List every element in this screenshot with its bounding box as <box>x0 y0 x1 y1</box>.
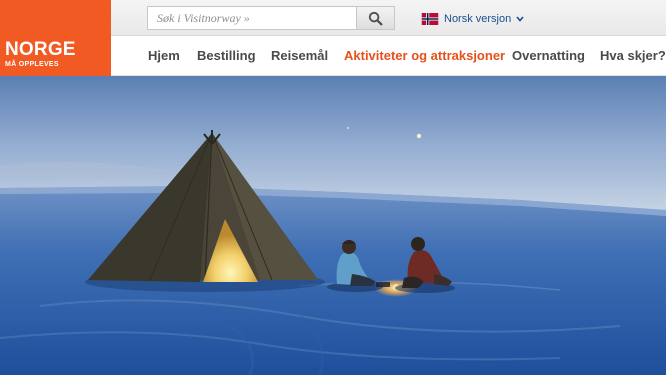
logo-tagline: MÅ OPPLEVES <box>5 61 59 68</box>
norway-flag-icon <box>421 13 439 25</box>
nav-item-hva-skjer[interactable]: Hva skjer? <box>600 48 666 63</box>
nav-item-reisemal[interactable]: Reisemål <box>271 48 328 63</box>
search-icon <box>368 11 383 25</box>
nav-item-hjem[interactable]: Hjem <box>148 48 180 63</box>
hero-image <box>0 76 666 375</box>
chevron-down-icon <box>516 16 524 22</box>
search-button[interactable] <box>356 6 395 30</box>
language-selector[interactable]: Norsk versjon <box>421 11 524 27</box>
language-label: Norsk versjon <box>444 13 512 25</box>
moon <box>416 133 422 139</box>
top-bar: Norsk versjon <box>111 0 666 36</box>
logo-title: NORGE <box>5 39 76 60</box>
brand-logo[interactable]: NORGE MÅ OPPLEVES <box>0 0 111 76</box>
nav-item-aktiviteter[interactable]: Aktiviteter og attraksjoner <box>344 48 505 63</box>
main-nav: Hjem Bestilling Reisemål Aktiviteter og … <box>111 36 666 76</box>
search-input[interactable] <box>147 6 356 30</box>
nav-item-bestilling[interactable]: Bestilling <box>197 48 256 63</box>
nav-item-overnatting[interactable]: Overnatting <box>512 48 585 63</box>
